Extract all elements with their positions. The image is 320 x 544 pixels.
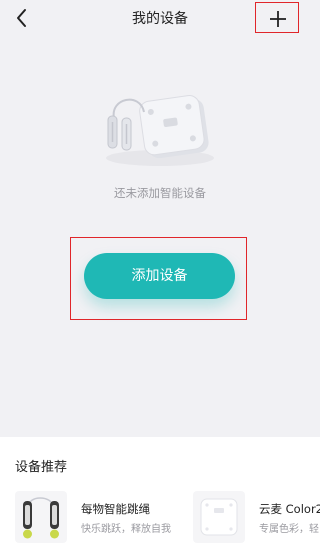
plus-icon [270, 11, 286, 27]
add-device-icon-button[interactable] [255, 2, 299, 33]
recommend-item-name: 云麦 Color2 [259, 502, 320, 516]
recommend-item-desc: 专属色彩，轻 [259, 524, 319, 535]
recommend-item-scale[interactable]: 云麦 Color2 专属色彩，轻 [193, 491, 320, 543]
scale-and-jump-rope-illustration [106, 95, 214, 166]
recommend-item-jump-rope[interactable]: 每物智能跳绳 快乐跳跃，释放自我 [15, 491, 185, 543]
empty-state-message: 还未添加智能设备 [114, 186, 206, 200]
jump-rope-image [15, 491, 67, 543]
add-device-button[interactable]: 添加设备 [84, 253, 235, 299]
recommend-item-name: 每物智能跳绳 [81, 502, 150, 516]
recommend-item-desc: 快乐跳跃，释放自我 [81, 524, 171, 535]
section-title: 设备推荐 [15, 460, 68, 475]
smart-scale-image [193, 491, 245, 543]
device-recommendation-panel: 设备推荐 每物智能跳绳 快乐跳跃，释放自我 云麦 Color2 专属色彩，轻 [0, 437, 320, 544]
header-bar: 我的设备 [0, 0, 320, 36]
